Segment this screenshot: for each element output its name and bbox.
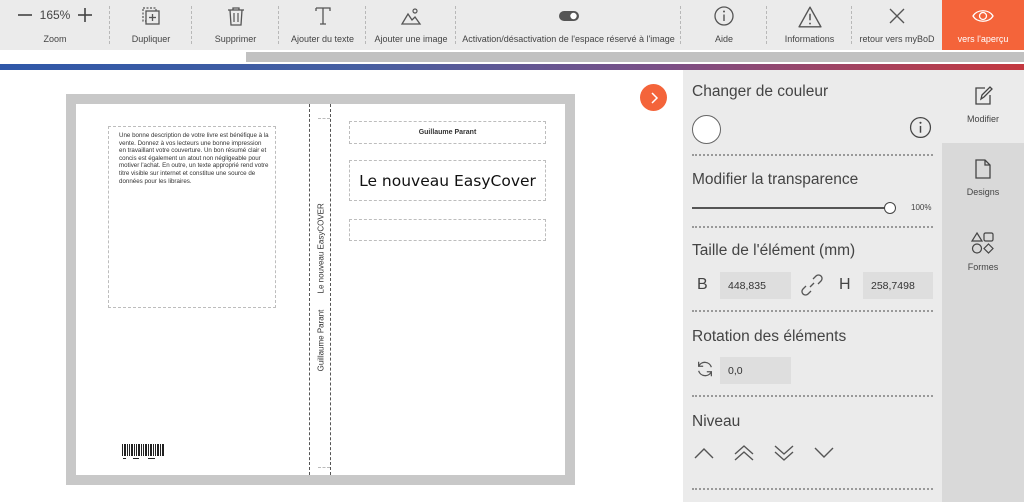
chevron-right-icon	[650, 91, 658, 104]
section-divider	[692, 154, 933, 156]
spine-author[interactable]: Guillaume Parant	[317, 301, 326, 381]
add-text-label: Ajouter du texte	[290, 34, 355, 44]
front-author: Guillaume Parant	[418, 129, 477, 136]
back-label: retour vers myBoD	[859, 34, 935, 44]
section-divider	[692, 488, 933, 490]
warning-icon	[797, 6, 822, 28]
duplicate-icon	[142, 7, 160, 25]
help-button[interactable]: Aide	[681, 0, 767, 50]
horizontal-scrollbar[interactable]	[0, 50, 1024, 63]
section-divider	[692, 226, 933, 228]
shapes-icon	[971, 231, 994, 254]
tab-modifier[interactable]: Modifier	[942, 70, 1024, 143]
delete-label: Supprimer	[214, 34, 257, 44]
edit-icon	[975, 86, 993, 105]
send-backward-icon[interactable]	[813, 445, 835, 461]
bring-forward-icon[interactable]	[693, 445, 715, 461]
properties-panel: Changer de couleur Modifier la transpare…	[683, 70, 942, 502]
zoom-control: 165% Zoom	[0, 0, 110, 50]
height-input[interactable]: 258,7498	[863, 272, 933, 299]
front-subtitle-box[interactable]	[349, 219, 546, 241]
document-icon	[975, 159, 991, 179]
zoom-label: Zoom	[43, 34, 67, 44]
back-to-mybod-button[interactable]: retour vers myBoD	[852, 0, 942, 50]
send-to-back-icon[interactable]	[773, 445, 795, 461]
front-title-box[interactable]: Le nouveau EasyCover	[349, 160, 546, 201]
duplicate-label: Dupliquer	[131, 34, 171, 44]
toggle-image-space-button[interactable]: Activation/désactivation de l'espace rés…	[456, 0, 681, 50]
scrollbar-thumb[interactable]	[246, 52, 1024, 62]
duplicate-button[interactable]: Dupliquer	[110, 0, 192, 50]
help-label: Aide	[714, 34, 733, 44]
minus-icon[interactable]	[17, 7, 33, 23]
barcode-icon	[122, 444, 164, 459]
image-icon	[400, 8, 422, 25]
tab-designs-label: Designs	[966, 187, 1000, 197]
spine-left-fold	[309, 104, 310, 475]
toggle-image-space-label: Activation/désactivation de l'espace rés…	[462, 34, 675, 44]
rotate-icon[interactable]	[695, 359, 715, 379]
tab-formes[interactable]: Formes	[942, 216, 1024, 289]
toggle-icon	[558, 11, 579, 21]
close-icon	[889, 8, 905, 24]
transparency-slider-track[interactable]	[692, 207, 890, 209]
zoom-value: 165%	[39, 8, 71, 22]
toolbar: 165% Zoom Dupliquer Supprimer Ajouter du…	[0, 0, 1024, 50]
tab-formes-label: Formes	[967, 262, 999, 272]
size-section-title: Taille de l'élément (mm)	[692, 242, 856, 259]
add-image-button[interactable]: Ajouter une image	[366, 0, 456, 50]
height-label: H	[839, 276, 851, 293]
add-image-label: Ajouter une image	[374, 34, 448, 44]
transparency-slider-thumb[interactable]	[884, 202, 896, 214]
info-circle-icon	[714, 6, 734, 26]
front-author-box[interactable]: Guillaume Parant	[349, 121, 546, 144]
preview-button[interactable]: vers l'aperçu	[942, 0, 1024, 50]
section-divider	[692, 310, 933, 312]
link-icon[interactable]	[801, 274, 823, 296]
information-button[interactable]: Informations	[767, 0, 852, 50]
width-input[interactable]: 448,835	[720, 272, 791, 299]
text-icon	[314, 7, 331, 25]
information-label: Informations	[784, 34, 835, 44]
book-cover-canvas: Une bonne description de votre livre est…	[66, 94, 575, 485]
transparency-value: 100%	[911, 203, 932, 212]
bring-to-front-icon[interactable]	[733, 445, 755, 461]
width-label: B	[697, 276, 708, 293]
rotation-input[interactable]: 0,0	[720, 357, 791, 384]
tab-designs[interactable]: Designs	[942, 143, 1024, 216]
back-cover-text: Une bonne description de votre livre est…	[119, 132, 269, 185]
back-cover-text-box[interactable]: Une bonne description de votre livre est…	[108, 126, 276, 308]
eye-icon	[972, 10, 994, 22]
spine-right-fold	[330, 104, 331, 475]
spine-title[interactable]: Le nouveau EasyCOVER	[317, 203, 326, 293]
next-arrow-button[interactable]	[640, 84, 667, 111]
tab-modifier-label: Modifier	[966, 114, 999, 124]
plus-icon[interactable]	[77, 7, 93, 23]
info-circle-icon[interactable]	[909, 116, 932, 139]
cover-bleed-area: Une bonne description de votre livre est…	[76, 104, 565, 475]
trash-icon	[227, 7, 244, 26]
add-text-button[interactable]: Ajouter du texte	[279, 0, 366, 50]
level-section-title: Niveau	[692, 413, 741, 430]
section-divider	[692, 395, 933, 397]
color-section-title: Changer de couleur	[692, 83, 829, 100]
side-tabs: Modifier Designs Formes	[942, 70, 1024, 502]
rotation-section-title: Rotation des éléments	[692, 328, 847, 345]
front-title: Le nouveau EasyCover	[359, 171, 536, 190]
transparency-section-title: Modifier la transparence	[692, 171, 859, 188]
color-swatch[interactable]	[692, 115, 721, 144]
preview-label: vers l'aperçu	[957, 34, 1009, 44]
delete-button[interactable]: Supprimer	[192, 0, 279, 50]
